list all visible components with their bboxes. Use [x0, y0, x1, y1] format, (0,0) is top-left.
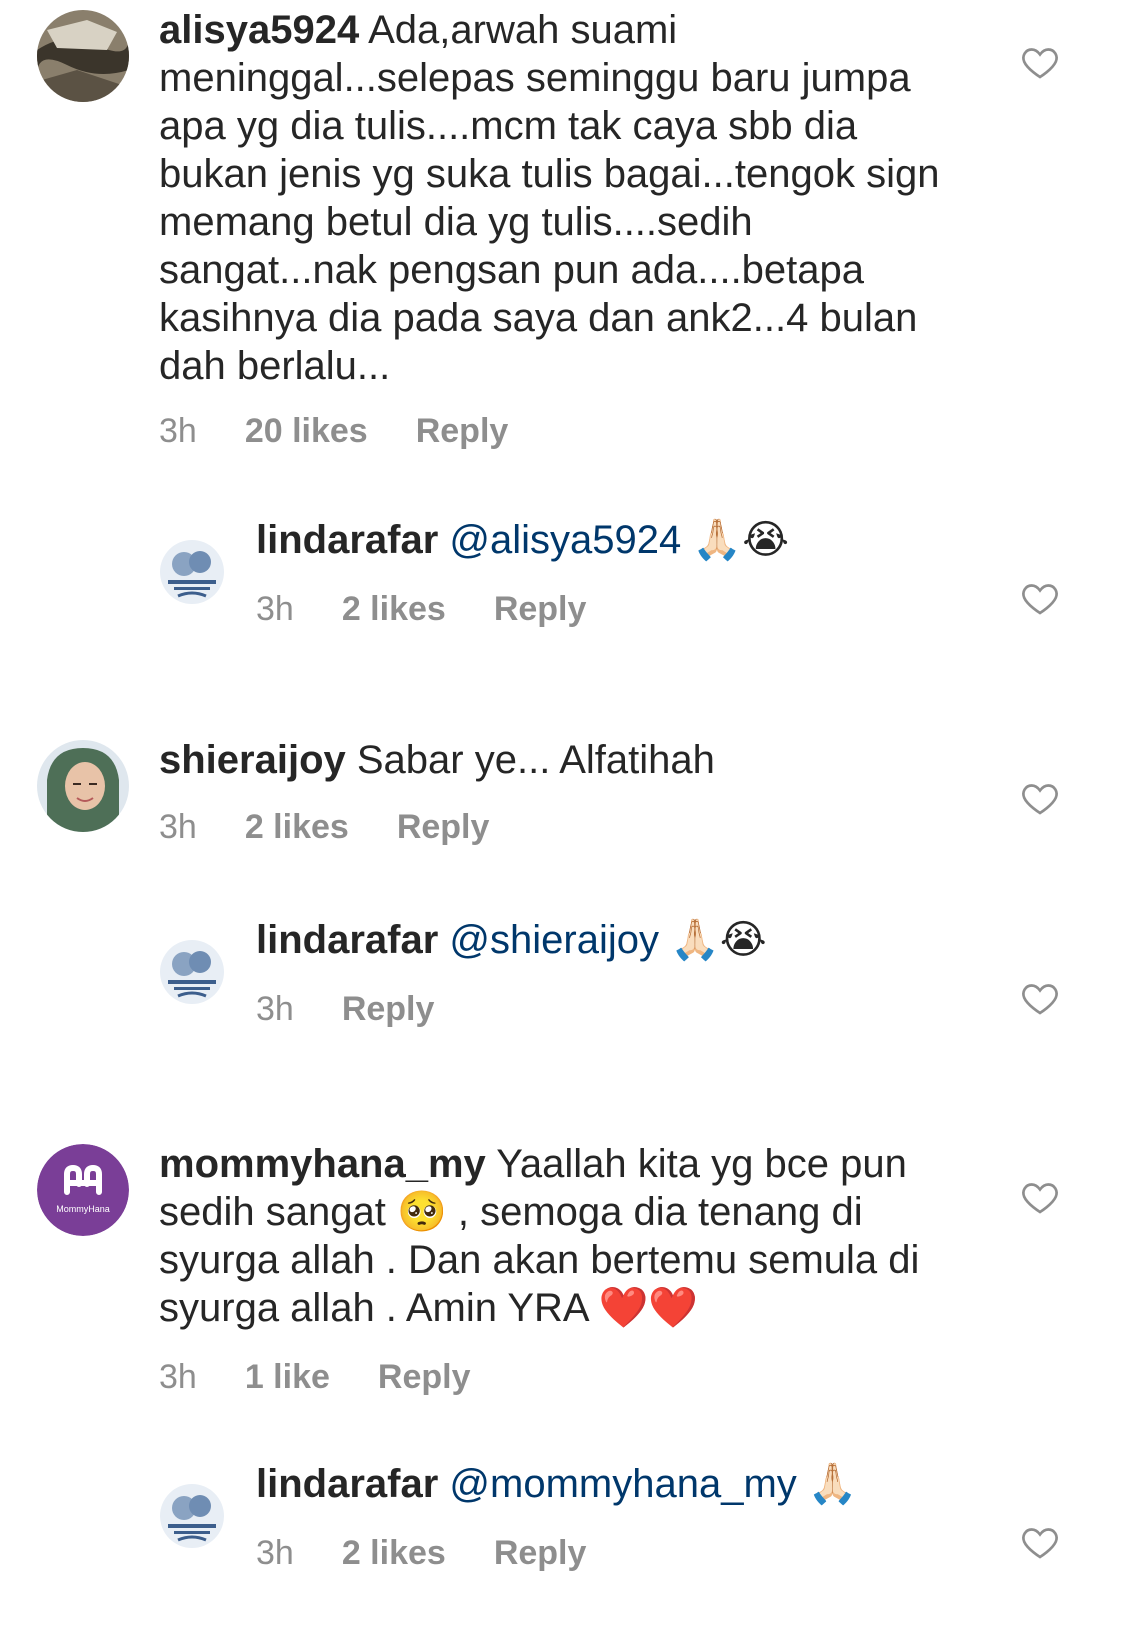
- comment-message: Sabar ye... Alfatihah: [345, 738, 715, 782]
- comment-meta: 3h Reply: [256, 990, 976, 1029]
- avatar-image: MommyHana: [37, 1144, 129, 1236]
- reply-button[interactable]: Reply: [494, 590, 587, 629]
- likes-count[interactable]: 2 likes: [342, 590, 446, 629]
- emoji-text: 🙏🏻😭: [670, 917, 767, 963]
- likes-count[interactable]: 2 likes: [342, 1534, 446, 1573]
- comment-meta: 3h 20 likes Reply: [159, 412, 959, 451]
- avatar-image: [160, 940, 224, 1004]
- comment-text: alisya5924 Ada,arwah suami meninggal...s…: [159, 6, 959, 390]
- avatar[interactable]: [160, 940, 224, 1004]
- like-heart-icon[interactable]: [1020, 42, 1060, 82]
- comment-body: lindarafar @shieraijoy 🙏🏻😭 3h Reply: [256, 916, 976, 1029]
- avatar-image: [160, 540, 224, 604]
- comment-time: 3h: [256, 1534, 294, 1572]
- comment-body: shieraijoy Sabar ye... Alfatihah 3h 2 li…: [159, 736, 959, 847]
- comment-meta: 3h 2 likes Reply: [256, 590, 976, 629]
- username-link[interactable]: shieraijoy: [159, 738, 346, 782]
- comment-body: lindarafar @alisya5924 🙏🏻😭 3h 2 likes Re…: [256, 516, 976, 629]
- comment-time: 3h: [159, 412, 197, 450]
- comment-meta: 3h 2 likes Reply: [159, 808, 959, 847]
- avatar[interactable]: [37, 740, 129, 832]
- comment-time: 3h: [159, 808, 197, 846]
- comment-meta: 3h 1 like Reply: [159, 1358, 959, 1397]
- emoji-text: 🙏🏻: [807, 1461, 858, 1507]
- comment-time: 3h: [159, 1358, 197, 1396]
- comment-time: 3h: [256, 990, 294, 1028]
- comment-message: Ada,arwah suami meninggal...selepas semi…: [159, 8, 940, 388]
- avatar[interactable]: MommyHana: [37, 1144, 129, 1236]
- username-link[interactable]: alisya5924: [159, 8, 359, 52]
- avatar-image: [37, 740, 129, 832]
- avatar[interactable]: [160, 1484, 224, 1548]
- comment-text: shieraijoy Sabar ye... Alfatihah: [159, 736, 959, 784]
- username-link[interactable]: lindarafar: [256, 918, 438, 962]
- avatar[interactable]: [160, 540, 224, 604]
- comment-body: mommyhana_my Yaallah kita yg bce pun sed…: [159, 1140, 959, 1397]
- like-heart-icon[interactable]: [1020, 778, 1060, 818]
- mommyhana-logo-text: MommyHana: [56, 1204, 110, 1214]
- reply-button[interactable]: Reply: [378, 1358, 471, 1397]
- username-link[interactable]: lindarafar: [256, 518, 438, 562]
- username-link[interactable]: mommyhana_my: [159, 1142, 486, 1186]
- comment-body: lindarafar @mommyhana_my 🙏🏻 3h 2 likes R…: [256, 1460, 976, 1573]
- mention-link[interactable]: @mommyhana_my: [449, 1462, 796, 1506]
- reply-button[interactable]: Reply: [342, 990, 435, 1029]
- avatar-image: [160, 1484, 224, 1548]
- like-heart-icon[interactable]: [1020, 978, 1060, 1018]
- comment-meta: 3h 2 likes Reply: [256, 1534, 976, 1573]
- avatar[interactable]: [37, 10, 129, 102]
- comment-text: mommyhana_my Yaallah kita yg bce pun sed…: [159, 1140, 959, 1332]
- comment-time: 3h: [256, 590, 294, 628]
- like-heart-icon[interactable]: [1020, 1177, 1060, 1217]
- reply-button[interactable]: Reply: [416, 412, 509, 451]
- username-link[interactable]: lindarafar: [256, 1462, 438, 1506]
- like-heart-icon[interactable]: [1020, 1522, 1060, 1562]
- reply-button[interactable]: Reply: [494, 1534, 587, 1573]
- comment-text: lindarafar @shieraijoy 🙏🏻😭: [256, 916, 976, 964]
- mention-link[interactable]: @shieraijoy: [449, 918, 659, 962]
- comment-text: lindarafar @alisya5924 🙏🏻😭: [256, 516, 976, 564]
- avatar-image: [37, 10, 129, 102]
- like-heart-icon[interactable]: [1020, 578, 1060, 618]
- mention-link[interactable]: @alisya5924: [449, 518, 681, 562]
- comment-body: alisya5924 Ada,arwah suami meninggal...s…: [159, 6, 959, 451]
- reply-button[interactable]: Reply: [397, 808, 490, 847]
- emoji-text: 🙏🏻😭: [692, 517, 789, 563]
- likes-count[interactable]: 2 likes: [245, 808, 349, 847]
- comment-text: lindarafar @mommyhana_my 🙏🏻: [256, 1460, 976, 1508]
- likes-count[interactable]: 20 likes: [245, 412, 368, 451]
- likes-count[interactable]: 1 like: [245, 1358, 330, 1397]
